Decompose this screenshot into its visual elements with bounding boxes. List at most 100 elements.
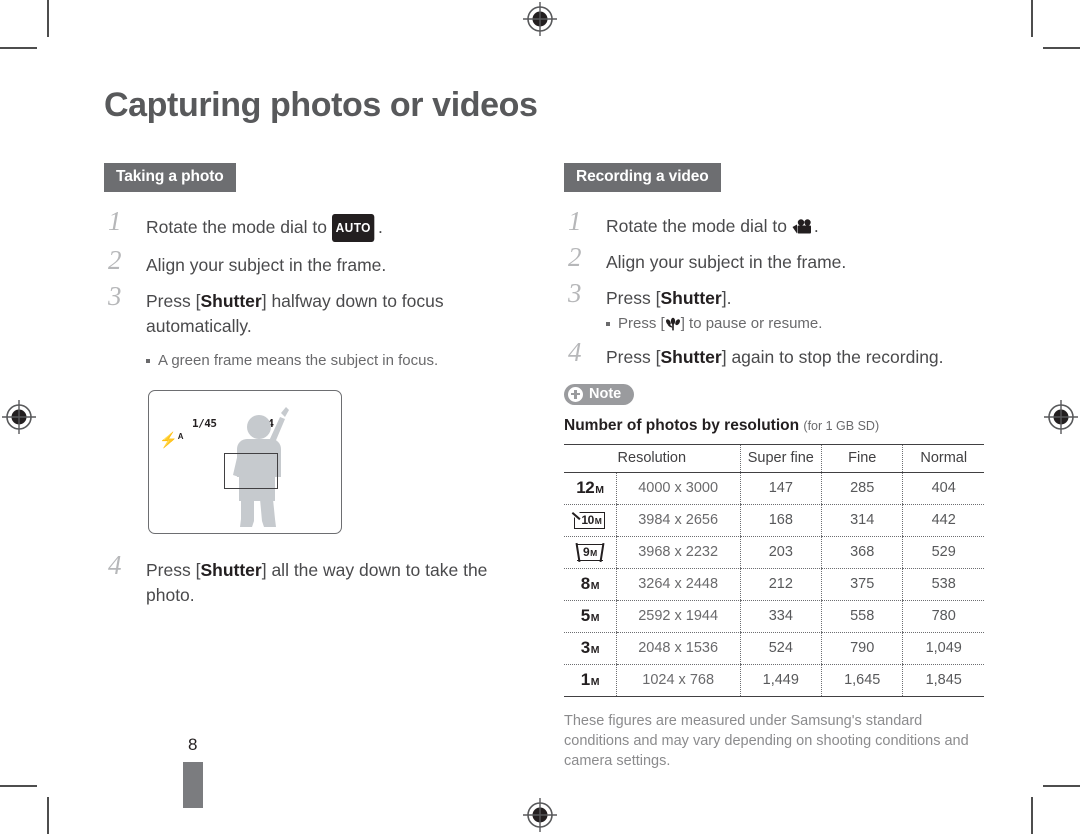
right-column: Recording a video 1 Rotate the mode dial… (564, 163, 984, 771)
step-text-suffix: ]. (721, 288, 732, 308)
step-note: A green frame means the subject in focus… (104, 350, 524, 372)
table-row: 5M 2592 x 1944 334 558 780 (564, 600, 984, 633)
step-number: 1 (568, 206, 582, 236)
resolution-badge-cell: 9M (564, 536, 617, 569)
plus-circle-icon (568, 386, 583, 402)
resolution-badge-12m: 12 M (576, 478, 604, 497)
step-number: 4 (568, 337, 582, 367)
focus-frame (224, 453, 278, 489)
super-fine-count: 524 (739, 632, 822, 665)
resolution-badge-9m: 9M (576, 543, 603, 561)
step-text-prefix: Press [ (606, 288, 661, 308)
step-number: 3 (568, 278, 582, 308)
step-text-prefix: Press [ (146, 560, 201, 580)
step-item: 4 Press [Shutter] again to stop the reco… (564, 339, 984, 370)
note-heading-subtext: (for 1 GB SD) (803, 418, 880, 433)
table-row: 12 M 4000 x 3000 147 285 404 (564, 472, 984, 505)
step-text-prefix: Rotate the mode dial to (146, 217, 332, 237)
section-header-recording-a-video: Recording a video (564, 163, 721, 192)
resolution-badge-cell: 1M (564, 664, 617, 697)
resolution-value: 2048 x 1536 (615, 632, 741, 665)
shutter-button-label: Shutter (200, 291, 262, 311)
step-note-suffix: ] to pause or resume. (680, 315, 823, 332)
note-heading-text: Number of photos by resolution (564, 416, 800, 434)
table-row: 3M 2048 x 1536 524 790 1,049 (564, 632, 984, 665)
step-item: 4 Press [Shutter] all the way down to ta… (104, 552, 524, 608)
note-badge: Note (564, 384, 635, 405)
step-text-prefix: Press [ (606, 347, 661, 367)
resolution-value: 1024 x 768 (615, 664, 741, 697)
step-number: 2 (108, 245, 122, 275)
step-item: 1 Rotate the mode dial to AUTO. (104, 208, 524, 242)
step-text: Align your subject in the frame. (606, 252, 847, 272)
left-column: Taking a photo 1 Rotate the mode dial to… (104, 163, 524, 619)
step-text-prefix: Press [ (146, 291, 201, 311)
lcd-shutter-speed: 1/45 (192, 417, 217, 430)
resolution-badge-cell: 10 M (564, 504, 617, 537)
table-row: 1M 1024 x 768 1,449 1,645 1,845 (564, 664, 984, 697)
normal-count: 1,845 (902, 664, 984, 697)
normal-count: 780 (902, 600, 984, 633)
page-title: Capturing photos or videos (104, 86, 538, 124)
super-fine-count: 168 (739, 504, 822, 537)
column-header-normal: Normal (902, 443, 984, 473)
resolution-badge-cell: 8M (564, 568, 617, 601)
normal-count: 1,049 (902, 632, 984, 665)
resolution-value: 3984 x 2656 (615, 504, 741, 537)
note-heading: Number of photos by resolution (for 1 GB… (564, 417, 984, 435)
table-row: 8M 3264 x 2448 212 375 538 (564, 568, 984, 601)
step-item: 3 Press [Shutter]. (564, 280, 984, 311)
resolution-value: 3968 x 2232 (615, 536, 741, 569)
lcd-screen-frame: 1/45 F8.4 ⚡A (148, 390, 342, 534)
fine-count: 375 (821, 568, 903, 601)
super-fine-count: 212 (739, 568, 822, 601)
table-row: 9M 3968 x 2232 203 368 529 (564, 536, 984, 569)
super-fine-count: 147 (739, 472, 822, 505)
step-text-prefix: Rotate the mode dial to (606, 216, 792, 236)
super-fine-count: 1,449 (739, 664, 822, 697)
fine-count: 1,645 (821, 664, 903, 697)
note-block: Note Number of photos by resolution (for… (564, 384, 984, 771)
step-note-prefix: Press [ (618, 315, 665, 332)
movie-camera-icon (792, 219, 811, 234)
page-number: 8 (188, 735, 198, 754)
column-header-resolution: Resolution (564, 443, 741, 473)
resolution-value: 4000 x 3000 (615, 472, 741, 505)
table-footnote: These figures are measured under Samsung… (564, 712, 969, 769)
resolution-value: 3264 x 2448 (615, 568, 741, 601)
resolution-value: 2592 x 1944 (615, 600, 741, 633)
fine-count: 790 (821, 632, 903, 665)
resolution-badge-cell: 12 M (564, 472, 617, 505)
super-fine-count: 203 (739, 536, 822, 569)
page-tab-marker (183, 762, 203, 808)
fine-count: 558 (821, 600, 903, 633)
step-item: 2 Align your subject in the frame. (104, 247, 524, 278)
taking-a-photo-steps: 1 Rotate the mode dial to AUTO. 2 Align … (104, 208, 524, 608)
resolution-table: Resolution Super fine Fine Normal 12 M 40… (564, 443, 984, 697)
resolution-badge-cell: 5M (564, 600, 617, 633)
table-header-row: Resolution Super fine Fine Normal (564, 443, 984, 473)
super-fine-count: 334 (739, 600, 822, 633)
section-header-taking-a-photo: Taking a photo (104, 163, 236, 192)
normal-count: 442 (902, 504, 984, 537)
resolution-badge-1m: 1M (580, 670, 600, 689)
fine-count: 314 (821, 504, 903, 537)
shutter-button-label: Shutter (200, 560, 262, 580)
resolution-badge-cell: 3M (564, 632, 617, 665)
column-header-fine: Fine (821, 443, 903, 473)
auto-mode-icon: AUTO (331, 214, 375, 242)
step-item: 3 Press [Shutter] halfway down to focus … (104, 283, 524, 339)
step-number: 4 (108, 550, 122, 580)
normal-count: 538 (902, 568, 984, 601)
shutter-button-label: Shutter (660, 347, 722, 367)
step-text: Align your subject in the frame. (146, 255, 387, 275)
step-text-suffix: . (813, 216, 819, 236)
step-text-suffix: . (378, 217, 383, 237)
table-row: 10 M 3984 x 2656 168 314 442 (564, 504, 984, 537)
normal-count: 404 (902, 472, 984, 505)
macro-flower-icon (665, 317, 680, 331)
step-number: 1 (108, 206, 122, 236)
resolution-badge-3m: 3M (580, 638, 600, 657)
resolution-badge-10m: 10 M (573, 510, 606, 529)
flash-auto-icon: ⚡A (159, 432, 184, 449)
